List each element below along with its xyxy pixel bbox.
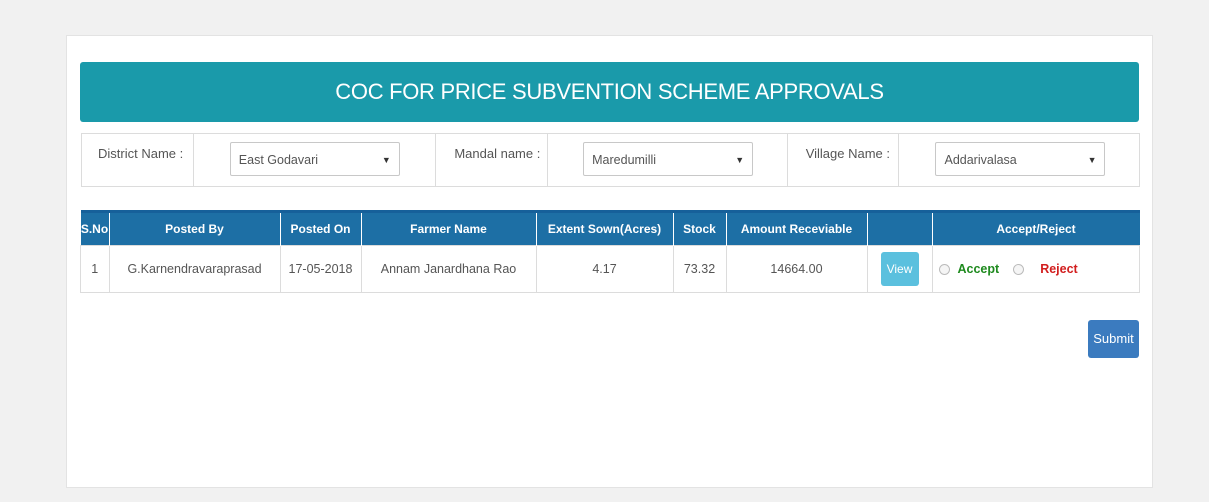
cell-posted-by: G.Karnendravaraprasad [108,245,281,293]
district-select-cell: East Godavari ▼ [194,134,437,186]
table-row: 1 G.Karnendravaraprasad 17-05-2018 Annam… [80,245,1140,293]
table-header-row: S.No Posted By Posted On Farmer Name Ext… [80,210,1140,246]
district-label: District Name : [98,146,184,161]
reject-label[interactable]: Reject [1040,262,1078,276]
village-label-cell: Village Name : [788,134,900,186]
accept-label[interactable]: Accept [958,262,1000,276]
cell-view: View [866,245,933,293]
submit-button[interactable]: Submit [1088,320,1139,358]
chevron-down-icon: ▼ [1087,155,1097,165]
village-select-cell: Addarivalasa ▼ [899,134,1139,186]
header-view [866,210,932,246]
header-farmer-name: Farmer Name [360,210,536,246]
filter-bar: District Name : East Godavari ▼ Mandal n… [81,133,1140,187]
header-amount: Amount Receviable [725,210,867,246]
cell-farmer-name: Annam Janardhana Rao [360,245,537,293]
header-sno: S.No [80,210,109,246]
cell-sno: 1 [80,245,110,293]
chevron-down-icon: ▼ [381,155,391,165]
mandal-select-value: Maredumilli [592,153,657,167]
header-extent-sown: Extent Sown(Acres) [535,210,673,246]
header-accept-reject: Accept/Reject [931,210,1140,246]
cell-amount: 14664.00 [725,245,868,293]
page-title: COC FOR PRICE SUBVENTION SCHEME APPROVAL… [80,62,1139,122]
cell-extent-sown: 4.17 [535,245,674,293]
mandal-label: Mandal name : [454,146,541,161]
cell-posted-on: 17-05-2018 [279,245,362,293]
mandal-select-cell[interactable]: Maredumilli ▼ [548,134,788,186]
header-posted-by: Posted By [108,210,280,246]
district-select-value: East Godavari [238,153,319,167]
accept-radio[interactable] [938,264,950,276]
mandal-select[interactable]: Maredumilli ▼ [583,142,754,176]
cell-stock: 73.32 [672,245,727,293]
mandal-label-cell: Mandal name : [436,134,549,186]
district-label-cell: District Name : [82,134,194,186]
header-stock: Stock [672,210,726,246]
village-select[interactable]: Addarivalasa ▼ [935,142,1106,176]
chevron-down-icon: ▼ [735,155,745,165]
reject-radio[interactable] [1013,264,1025,276]
cell-accept-reject: Accept Reject [931,245,1140,293]
district-select[interactable]: East Godavari ▼ [229,142,400,176]
header-posted-on: Posted On [279,210,361,246]
view-button[interactable]: View [880,252,919,286]
village-label: Village Name : [805,146,890,161]
village-select-value: Addarivalasa [944,153,1017,167]
approvals-table: S.No Posted By Posted On Farmer Name Ext… [80,210,1140,293]
